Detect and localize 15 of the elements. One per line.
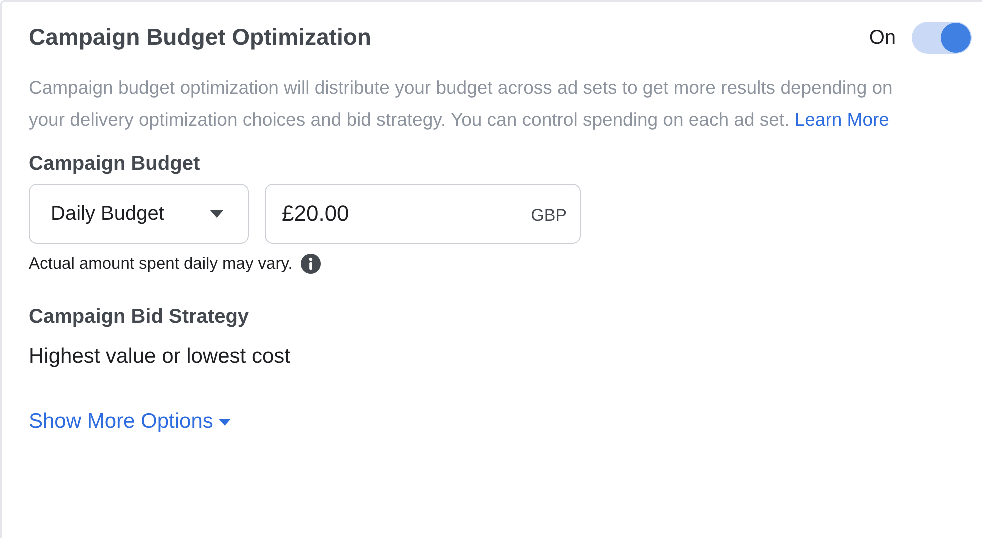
section-heading: Campaign Bid Strategy: [29, 304, 250, 329]
show-more-options-link[interactable]: Show More Options: [29, 406, 232, 438]
toggle-label: On: [869, 26, 896, 51]
currency-label: GBP: [531, 205, 567, 227]
info-icon[interactable]: [300, 254, 321, 274]
caret-icon: [219, 418, 232, 426]
description-text: Campaign budget optimization will distribute your budget across ad sets to get more results depending on your delivery optimization choices and bid strategy. You can control spending on each ad set. Learn More: [29, 76, 894, 132]
section-title: Campaign Budget Optimization: [29, 24, 372, 52]
toggle-switch[interactable]: [912, 22, 972, 54]
caret-icon: [210, 210, 224, 218]
bid-strategy-value: Highest value or lowest cost: [29, 344, 292, 370]
helper-text: Actual amount spent daily may vary.: [29, 254, 293, 275]
section-heading: Campaign Budget: [29, 152, 202, 176]
budget-type-dropdown[interactable]: Daily Budget: [29, 184, 249, 244]
learn-more-link[interactable]: Learn More: [794, 109, 890, 130]
